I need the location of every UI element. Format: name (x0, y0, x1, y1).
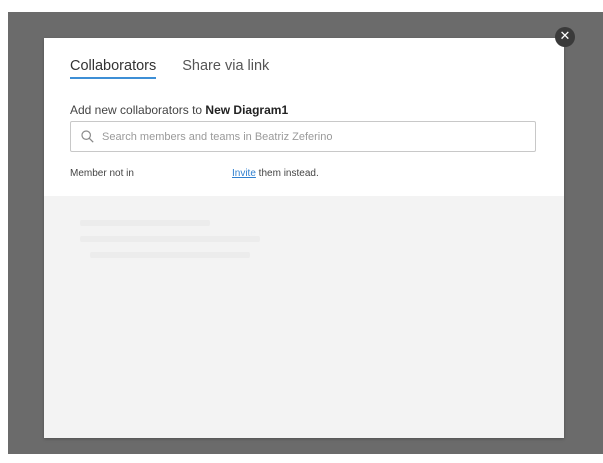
search-input[interactable] (100, 129, 524, 144)
search-field[interactable] (70, 121, 536, 152)
add-collaborators-prefix: Add new collaborators to (70, 103, 206, 117)
placeholder-line (80, 220, 210, 226)
collaborators-list-area (44, 196, 564, 438)
invite-text: Invite them instead. (232, 168, 319, 179)
placeholder-line (90, 252, 250, 258)
tab-share-via-link[interactable]: Share via link (182, 58, 269, 79)
add-collaborators-heading: Add new collaborators to New Diagram1 (70, 103, 288, 117)
diagram-name: New Diagram1 (205, 103, 289, 117)
dialog-tabs: Collaborators Share via link (70, 58, 269, 79)
invite-link[interactable]: Invite (232, 168, 256, 179)
share-dialog: Collaborators Share via link Add new col… (44, 38, 564, 438)
close-icon[interactable]: ✕ (555, 27, 575, 47)
search-icon (81, 130, 94, 143)
invite-suffix: them instead. (255, 168, 319, 179)
tab-collaborators[interactable]: Collaborators (70, 58, 157, 79)
placeholder-line (80, 236, 260, 242)
member-not-in-text: Member not in (70, 168, 134, 179)
